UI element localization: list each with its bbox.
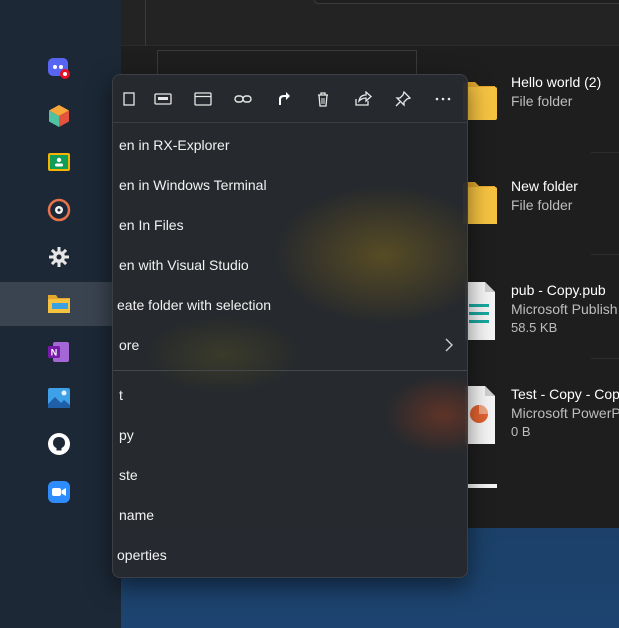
- context-menu: en in RX-Explorer en in Windows Terminal…: [112, 74, 468, 578]
- new-icon[interactable]: [117, 87, 141, 111]
- taskbar: N: [0, 0, 121, 628]
- taskbar-item-zoom[interactable]: [0, 472, 121, 512]
- chevron-right-icon: [443, 338, 455, 352]
- taskbar-item-classroom[interactable]: [0, 142, 121, 182]
- file-type: Microsoft PowerP: [511, 405, 619, 421]
- onenote-icon: N: [47, 340, 71, 364]
- file-item[interactable]: Hello world (2) File folder: [461, 74, 619, 144]
- svg-text:N: N: [51, 348, 58, 358]
- menu-item-label: en with Visual Studio: [119, 257, 249, 273]
- gear-icon: [47, 245, 71, 269]
- menu-item-properties[interactable]: operties: [113, 537, 467, 573]
- cube-icon: [47, 104, 71, 128]
- menu-item-paste[interactable]: ste: [113, 457, 467, 493]
- file-item[interactable]: Test - Copy - Cop Microsoft PowerP 0 B: [461, 386, 619, 456]
- rename-box-icon[interactable]: [151, 87, 175, 111]
- menu-item-label: py: [119, 427, 134, 443]
- taskbar-item-github[interactable]: [0, 424, 121, 464]
- taskbar-item-onenote[interactable]: N: [0, 332, 121, 372]
- share-icon[interactable]: [351, 87, 375, 111]
- file-type: File folder: [511, 197, 573, 213]
- menu-item-more[interactable]: ore: [113, 327, 467, 363]
- pin-icon[interactable]: [391, 87, 415, 111]
- file-name: Hello world (2): [511, 74, 602, 90]
- github-icon: [47, 432, 71, 456]
- classroom-icon: [47, 150, 71, 174]
- more-icon[interactable]: [431, 87, 455, 111]
- taskbar-item-discord[interactable]: [0, 48, 121, 88]
- taskbar-item-cube-app[interactable]: [0, 96, 121, 136]
- menu-item-label: operties: [117, 547, 167, 563]
- menu-item-label: eate folder with selection: [117, 297, 272, 313]
- menu-item-cut[interactable]: t: [113, 377, 467, 413]
- file-size: 58.5 KB: [511, 320, 558, 335]
- menu-item-label: en in RX-Explorer: [119, 137, 230, 153]
- link-icon[interactable]: [231, 87, 255, 111]
- file-name: New folder: [511, 178, 578, 194]
- file-size: 0 B: [511, 424, 531, 439]
- file-item[interactable]: New folder File folder: [461, 178, 619, 248]
- shortcut-icon[interactable]: [271, 87, 295, 111]
- zoom-icon: [47, 480, 71, 504]
- window-icon[interactable]: [191, 87, 215, 111]
- menu-item-open-rx-explorer[interactable]: en in RX-Explorer: [113, 127, 467, 163]
- menu-item-label: t: [119, 387, 123, 403]
- menu-item-label: name: [119, 507, 155, 523]
- taskbar-item-files[interactable]: [0, 282, 121, 326]
- explorer-title-bar: [121, 0, 619, 46]
- partial-file-icon: [467, 484, 497, 488]
- file-item[interactable]: pub - Copy.pub Microsoft Publish 58.5 KB: [461, 282, 619, 352]
- menu-item-open-visual-studio[interactable]: en with Visual Studio: [113, 247, 467, 283]
- file-name: Test - Copy - Cop: [511, 386, 619, 402]
- menu-divider: [113, 370, 467, 371]
- music-disc-icon: [47, 198, 71, 222]
- menu-item-open-windows-terminal[interactable]: en in Windows Terminal: [113, 167, 467, 203]
- menu-item-label: en in Windows Terminal: [119, 177, 267, 193]
- file-type: File folder: [511, 93, 573, 109]
- delete-icon[interactable]: [311, 87, 335, 111]
- address-bar[interactable]: [314, 0, 619, 4]
- photos-icon: [47, 386, 71, 410]
- menu-item-label: ste: [119, 467, 138, 483]
- menu-item-open-in-files[interactable]: en In Files: [113, 207, 467, 243]
- menu-item-create-folder-selection[interactable]: eate folder with selection: [113, 287, 467, 323]
- taskbar-item-photos[interactable]: [0, 378, 121, 418]
- menu-item-label: en In Files: [119, 217, 184, 233]
- file-type: Microsoft Publish: [511, 301, 618, 317]
- menu-item-copy[interactable]: py: [113, 417, 467, 453]
- folder-icon: [47, 292, 71, 316]
- taskbar-item-music[interactable]: [0, 190, 121, 230]
- taskbar-item-settings[interactable]: [0, 237, 121, 277]
- menu-item-label: ore: [119, 337, 140, 353]
- menu-item-rename[interactable]: name: [113, 497, 467, 533]
- file-name: pub - Copy.pub: [511, 282, 606, 298]
- discord-icon: [47, 56, 71, 80]
- context-menu-toolbar: [113, 75, 467, 123]
